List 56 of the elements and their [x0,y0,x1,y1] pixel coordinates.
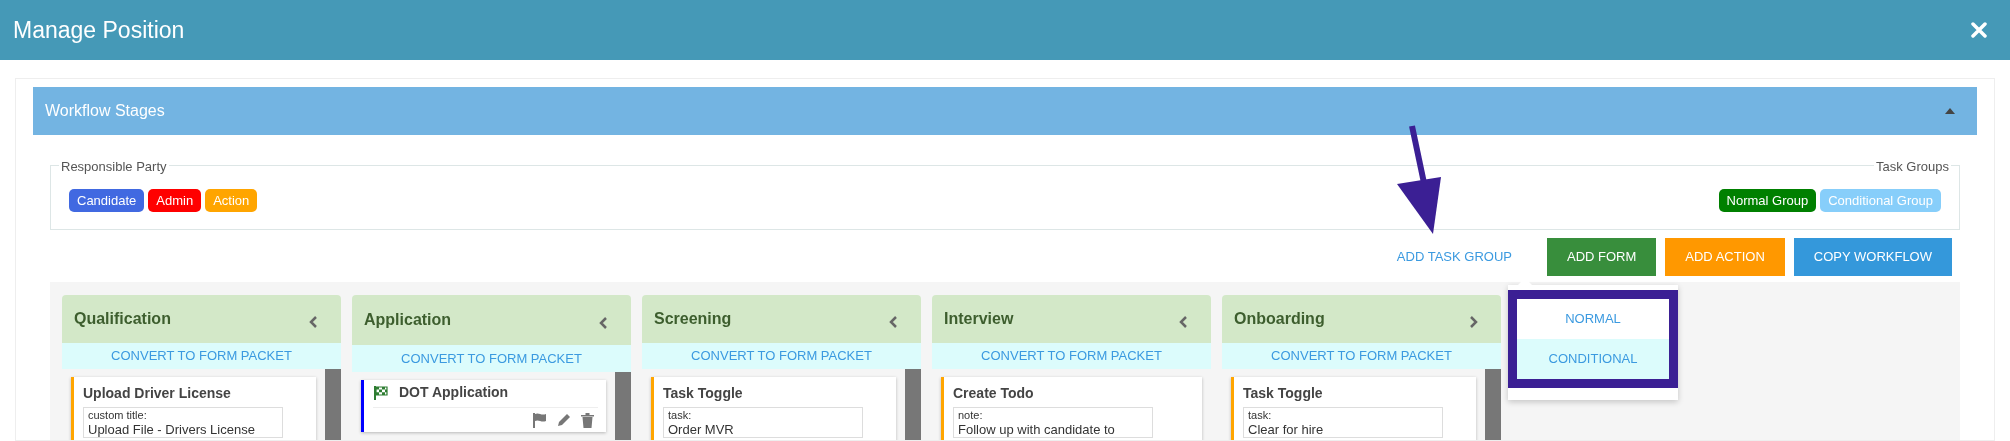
card-title: Task Toggle [663,385,743,401]
toolbar-button[interactable]: COPY WORKFLOW [1793,238,1952,276]
convert-button[interactable]: CONVERT TO FORM PACKET [1222,343,1501,369]
scrollbar[interactable] [615,372,631,440]
legend-badge: Action [205,188,258,213]
pencil-icon[interactable] [557,413,571,427]
panel-header[interactable]: Workflow Stages [33,87,1977,135]
dialog-title: Manage Position [13,15,185,45]
task-card[interactable]: DOT Application [361,380,606,432]
stage-title: Qualification [74,309,171,329]
convert-button[interactable]: CONVERT TO FORM PACKET [642,343,921,369]
card-title: Task Toggle [1243,385,1323,401]
card-title: DOT Application [399,384,509,401]
task-card[interactable]: Task Toggle task: Clear for hire [1231,377,1476,440]
add-task-group-link[interactable]: ADD TASK GROUP [1396,247,1512,267]
trash-icon[interactable] [581,413,594,428]
field-value: Clear for hire [1248,422,1325,437]
field-label: note: [958,409,984,422]
menu-item[interactable]: CONDITIONAL [1517,339,1669,379]
scrollbar[interactable] [1485,369,1501,440]
caret-icon[interactable] [1945,108,1955,114]
field-value: Follow up with candidate to [958,422,1116,437]
legend-badge: Conditional Group [1820,188,1941,213]
task-card[interactable]: Task Toggle task: Order MVR [651,377,896,440]
checkered-flag-icon [373,384,389,401]
chevron-right-icon[interactable] [1468,316,1479,328]
flag-icon[interactable] [533,413,547,428]
stage-title: Screening [654,309,732,329]
chevron-left-icon[interactable] [308,316,319,328]
toolbar-button[interactable]: ADD FORM [1546,238,1657,276]
legend-badge: Normal Group [1718,188,1817,213]
stage-title: Onboarding [1234,309,1325,329]
card-title: Create Todo [953,385,1034,401]
field-value: Upload File - Drivers License [88,422,256,437]
convert-button[interactable]: CONVERT TO FORM PACKET [932,343,1211,369]
convert-button[interactable]: CONVERT TO FORM PACKET [352,345,631,372]
field-label: task: [668,409,693,422]
stage-title: Application [364,310,452,330]
card-title: Upload Driver License [83,385,231,401]
legend-badge: Admin [148,188,202,213]
chevron-left-icon[interactable] [888,316,899,328]
field-value: Order MVR [668,422,735,437]
task-card[interactable]: Create Todo note: Follow up with candidate to [941,377,1202,440]
scrollbar[interactable] [905,369,921,440]
field-label: task: [1248,409,1273,422]
convert-button[interactable]: CONVERT TO FORM PACKET [62,343,341,369]
panel-title: Workflow Stages [45,101,165,121]
close-icon[interactable] [1971,22,1987,38]
toolbar-button[interactable]: ADD ACTION [1665,238,1785,276]
scrollbar[interactable] [325,369,341,440]
field-label: custom title: [88,409,148,422]
legend-badge: Candidate [69,188,145,213]
chevron-left-icon[interactable] [598,317,609,329]
task-card[interactable]: Upload Driver License custom title: Upload File - Drivers License [71,377,316,440]
stage-title: Interview [944,309,1014,329]
chevron-left-icon[interactable] [1178,316,1189,328]
